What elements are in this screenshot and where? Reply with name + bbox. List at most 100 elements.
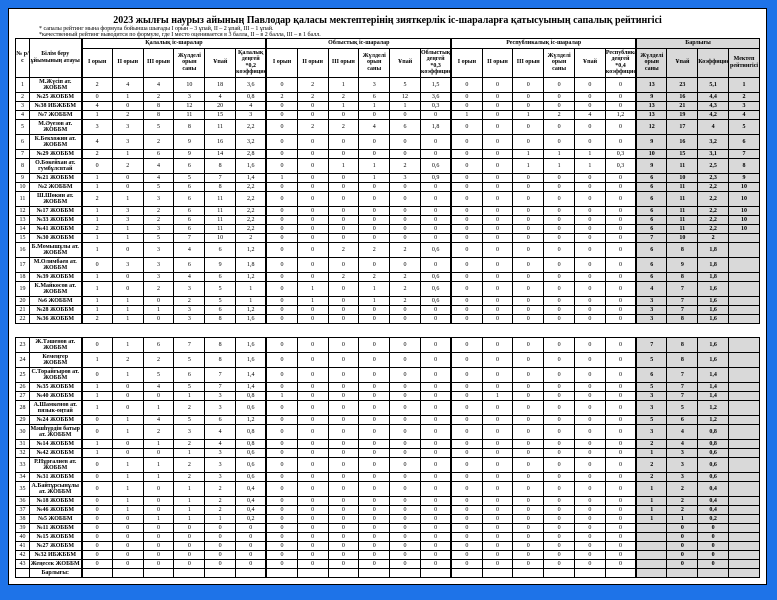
cell: 4: [236, 101, 267, 110]
cell: 1: [82, 391, 113, 400]
cell: 0: [575, 439, 606, 448]
cell: 0: [328, 233, 359, 242]
cell: 0: [605, 296, 636, 305]
cell: 0: [575, 233, 606, 242]
cell: 0: [544, 439, 575, 448]
cell: 0: [544, 457, 575, 472]
cell: 1: [174, 496, 205, 505]
cell: 4: [205, 92, 236, 101]
cell: 4: [112, 77, 143, 92]
cell-num: 38: [16, 514, 30, 523]
cell: 0: [451, 523, 482, 532]
cell: 3: [390, 173, 421, 182]
cell: 0: [266, 224, 297, 233]
cell: 0: [420, 496, 451, 505]
cell: 1: [266, 391, 297, 400]
cell: 0: [266, 110, 297, 119]
cell-total: 2: [636, 472, 667, 481]
cell: 2: [174, 400, 205, 415]
cell: 1,4: [236, 367, 267, 382]
cell: 0: [482, 215, 513, 224]
cell-total: 9: [667, 257, 698, 272]
cell: 8: [205, 158, 236, 173]
cell-total: 23: [667, 77, 698, 92]
cell: 1: [112, 92, 143, 101]
cell-total: [729, 233, 760, 242]
cell: 0: [513, 505, 544, 514]
cell: 1: [513, 158, 544, 173]
cell: 1,2: [605, 110, 636, 119]
table-row: 26№35 ЖОББМ104571,4000000000000571,4: [16, 382, 760, 391]
cell-name: №11 ЖОББМ: [30, 523, 82, 532]
cell: 0: [112, 541, 143, 550]
cell-total: 4,3: [698, 101, 729, 110]
cell: 15: [205, 110, 236, 119]
cell: 2: [390, 296, 421, 305]
cell: 0: [482, 281, 513, 296]
table-row: 8О.Бокейхан ат. гумбұлсвтай024681,600112…: [16, 158, 760, 173]
cell: 0: [575, 101, 606, 110]
cell: 0: [266, 550, 297, 559]
cell: 1: [112, 337, 143, 352]
cell: 2: [82, 149, 113, 158]
cell-num: 17: [16, 257, 30, 272]
cell: 0: [451, 158, 482, 173]
table-row: 9№21 ЖОББМ104571,4100130,90000006102,39: [16, 173, 760, 182]
cell: 0: [266, 134, 297, 149]
cell-total: 4: [698, 119, 729, 134]
cell-num: 34: [16, 472, 30, 481]
cell: 0: [297, 541, 328, 550]
cell: 0: [359, 206, 390, 215]
cell: 0: [513, 337, 544, 352]
cell: 0: [328, 472, 359, 481]
cell: 0: [513, 314, 544, 323]
cell: 2: [297, 92, 328, 101]
cell-num: 36: [16, 496, 30, 505]
cell: 0: [112, 523, 143, 532]
cell-total: 2,2: [698, 206, 729, 215]
cell-num: 6: [16, 134, 30, 149]
col-header: Республикалық деңгей *0,4 коэффициенті: [605, 48, 636, 77]
cell: 2: [174, 457, 205, 472]
cell: 0: [143, 541, 174, 550]
cell: 0: [482, 400, 513, 415]
cell-total: 12: [636, 119, 667, 134]
cell: 0: [328, 352, 359, 367]
cell-total: [729, 523, 760, 532]
cell-total: 8: [667, 242, 698, 257]
cell: 11: [205, 206, 236, 215]
cell: 7: [174, 233, 205, 242]
cell: 0: [482, 532, 513, 541]
cell: 0: [575, 242, 606, 257]
cell: 0: [297, 101, 328, 110]
table-row: 7№29 ЖОББМ2169142,8000000001110,310153,1…: [16, 149, 760, 158]
cell-total: 6: [636, 242, 667, 257]
grp-rep: Республикалық іс-шаралар: [451, 39, 636, 49]
table-row: 34№31 ЖОББМ011230,6000000000000230,6: [16, 472, 760, 481]
cell: 0: [328, 134, 359, 149]
footer-label: Барлығы:: [30, 568, 82, 577]
table-row: 12№17 ЖОББМ1326112,20000000000006112,210: [16, 206, 760, 215]
cell: 0: [359, 257, 390, 272]
cell-total: 13: [636, 110, 667, 119]
cell: 20: [205, 101, 236, 110]
cell: 0: [174, 550, 205, 559]
cell: 0: [544, 134, 575, 149]
cell-name: Мәшһүрдін батыр ат. ЖОББМ: [30, 424, 82, 439]
cell: 0: [174, 541, 205, 550]
cell: 6: [205, 272, 236, 281]
cell-num: 24: [16, 352, 30, 367]
table-row: 5М.Әуезов ат. ЖОББМ3358112,2022461,80000…: [16, 119, 760, 134]
col-header-total: Ұпай: [667, 48, 698, 77]
cell: 14: [205, 149, 236, 158]
cell: 3: [359, 77, 390, 92]
cell: 0: [82, 337, 113, 352]
col-header-total: Коэффициенті: [698, 48, 729, 77]
cell-num: 5: [16, 119, 30, 134]
cell: 0: [544, 101, 575, 110]
cell: 0: [390, 424, 421, 439]
cell: 0: [605, 305, 636, 314]
cell: 0: [482, 110, 513, 119]
cell-total: [729, 382, 760, 391]
table-row: 3№38 ИБЖББМ40812204001110,300000013214,3…: [16, 101, 760, 110]
